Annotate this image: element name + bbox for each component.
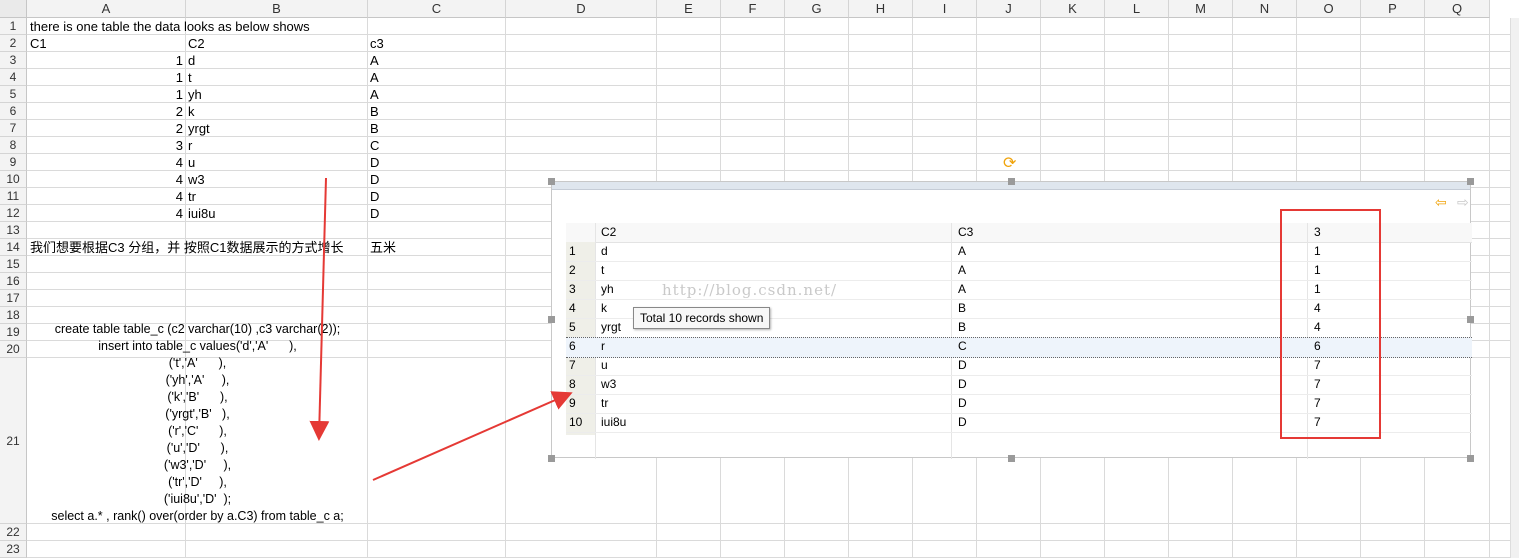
arrow-down — [309, 177, 330, 441]
arrow-to-result — [372, 391, 573, 481]
annotation-arrows — [309, 177, 573, 481]
